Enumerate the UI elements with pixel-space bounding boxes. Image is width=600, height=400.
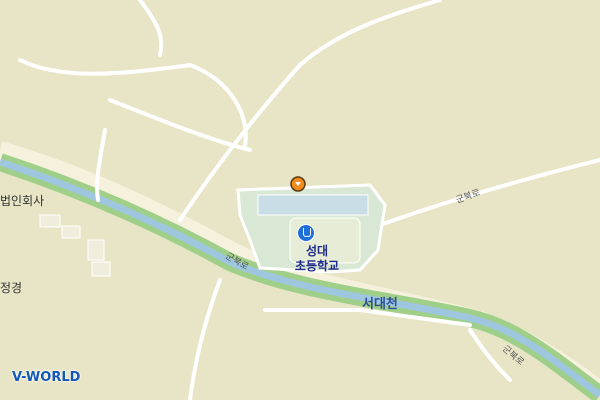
road-west-loop: [18, 58, 248, 147]
school-icon[interactable]: [297, 224, 315, 242]
road-local-1: [108, 98, 252, 152]
building: [91, 261, 111, 277]
river-label: 서대천: [362, 297, 398, 312]
location-pin-icon[interactable]: [290, 176, 306, 192]
building: [39, 214, 61, 228]
map-base: [0, 0, 600, 400]
school-label-line2: 초등학교: [294, 259, 340, 273]
vworld-logo: V-WORLD: [12, 370, 81, 385]
map-view[interactable]: 법인회사 정경 서대천 군북로 군북로 군북로 성대 초등학교 V-WORLD: [0, 0, 600, 400]
building: [61, 225, 81, 239]
road-local-2: [138, 0, 164, 57]
building: [87, 239, 105, 261]
place-label: 법인회사: [0, 194, 45, 208]
place-label: 정경: [0, 281, 23, 295]
school-label-line1: 성대: [305, 244, 329, 258]
road-south: [188, 278, 222, 400]
school-building: [257, 194, 369, 216]
school-label[interactable]: 성대 초등학교: [282, 244, 352, 274]
road-east: [378, 158, 600, 227]
